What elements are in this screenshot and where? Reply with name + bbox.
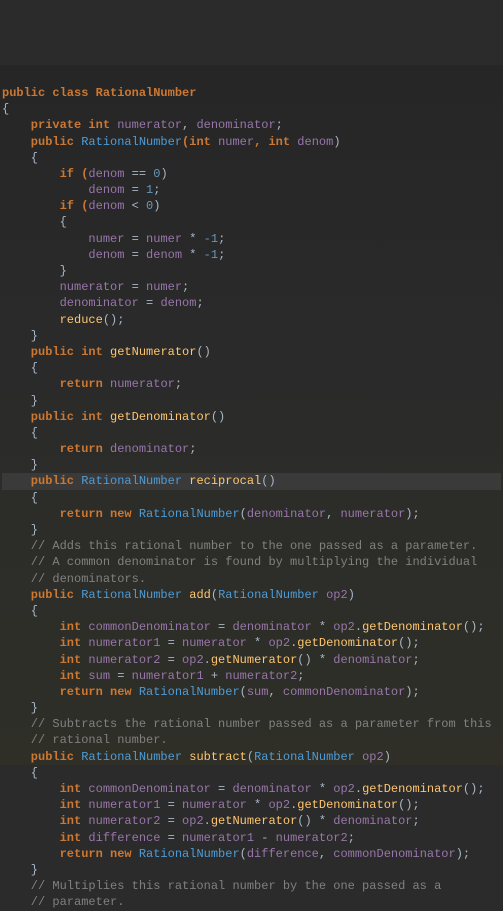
code-line: int sum = numerator1 + numerator2; <box>2 669 304 683</box>
code-line: // Multiplies this rational number by th… <box>2 879 441 893</box>
code-line: // denominators. <box>2 572 146 586</box>
code-line-highlighted: public RationalNumber reciprocal() <box>2 473 501 489</box>
code-line: { <box>2 102 9 116</box>
code-line: } <box>2 701 38 715</box>
code-line: denom = 1; <box>2 183 160 197</box>
code-line: public RationalNumber(int numer, int den… <box>2 135 341 149</box>
code-line: // parameter. <box>2 895 124 909</box>
code-line: public class RationalNumber <box>2 86 196 100</box>
code-line: { <box>2 151 38 165</box>
code-line: } <box>2 458 38 472</box>
code-editor: public class RationalNumber { private in… <box>0 65 503 765</box>
code-line: // rational number. <box>2 733 168 747</box>
code-line: { <box>2 766 38 780</box>
code-line: numerator = numer; <box>2 280 189 294</box>
code-line: if (denom == 0) <box>2 167 168 181</box>
code-line: return denominator; <box>2 442 196 456</box>
code-line: return new RationalNumber(difference, co… <box>2 847 470 861</box>
code-line: int commonDenominator = denominator * op… <box>2 782 485 796</box>
code-line: int commonDenominator = denominator * op… <box>2 620 485 634</box>
code-line: return numerator; <box>2 377 182 391</box>
code-line: { <box>2 426 38 440</box>
code-line: numer = numer * -1; <box>2 232 225 246</box>
code-line: { <box>2 361 38 375</box>
code-line: // Subtracts the rational number passed … <box>2 717 492 731</box>
code-line: denom = denom * -1; <box>2 248 225 262</box>
code-line: denominator = denom; <box>2 296 204 310</box>
code-line: int numerator2 = op2.getNumerator() * de… <box>2 814 420 828</box>
code-line: return new RationalNumber(sum, commonDen… <box>2 685 420 699</box>
code-line: // A common denominator is found by mult… <box>2 555 477 569</box>
code-line: } <box>2 264 67 278</box>
code-line: } <box>2 329 38 343</box>
code-line: } <box>2 523 38 537</box>
code-line: private int numerator, denominator; <box>2 118 283 132</box>
class-decl: public class RationalNumber <box>2 86 196 100</box>
code-line: int difference = numerator1 - numerator2… <box>2 831 355 845</box>
code-line: { <box>2 215 67 229</box>
code-line: public int getDenominator() <box>2 410 225 424</box>
code-line: { <box>2 604 38 618</box>
code-line: { <box>2 491 38 505</box>
code-line: int numerator1 = numerator * op2.getDeno… <box>2 798 420 812</box>
code-line: if (denom < 0) <box>2 199 160 213</box>
code-line: } <box>2 394 38 408</box>
code-line: } <box>2 863 38 877</box>
brace: { <box>2 102 9 116</box>
code-line: reduce(); <box>2 313 124 327</box>
code-line: // Adds this rational number to the one … <box>2 539 477 553</box>
code-line: return new RationalNumber(denominator, n… <box>2 507 420 521</box>
code-line: int numerator1 = numerator * op2.getDeno… <box>2 636 420 650</box>
code-line: int numerator2 = op2.getNumerator() * de… <box>2 653 420 667</box>
code-line: public RationalNumber add(RationalNumber… <box>2 588 355 602</box>
code-line: public int getNumerator() <box>2 345 211 359</box>
code-line: public RationalNumber subtract(RationalN… <box>2 750 391 764</box>
